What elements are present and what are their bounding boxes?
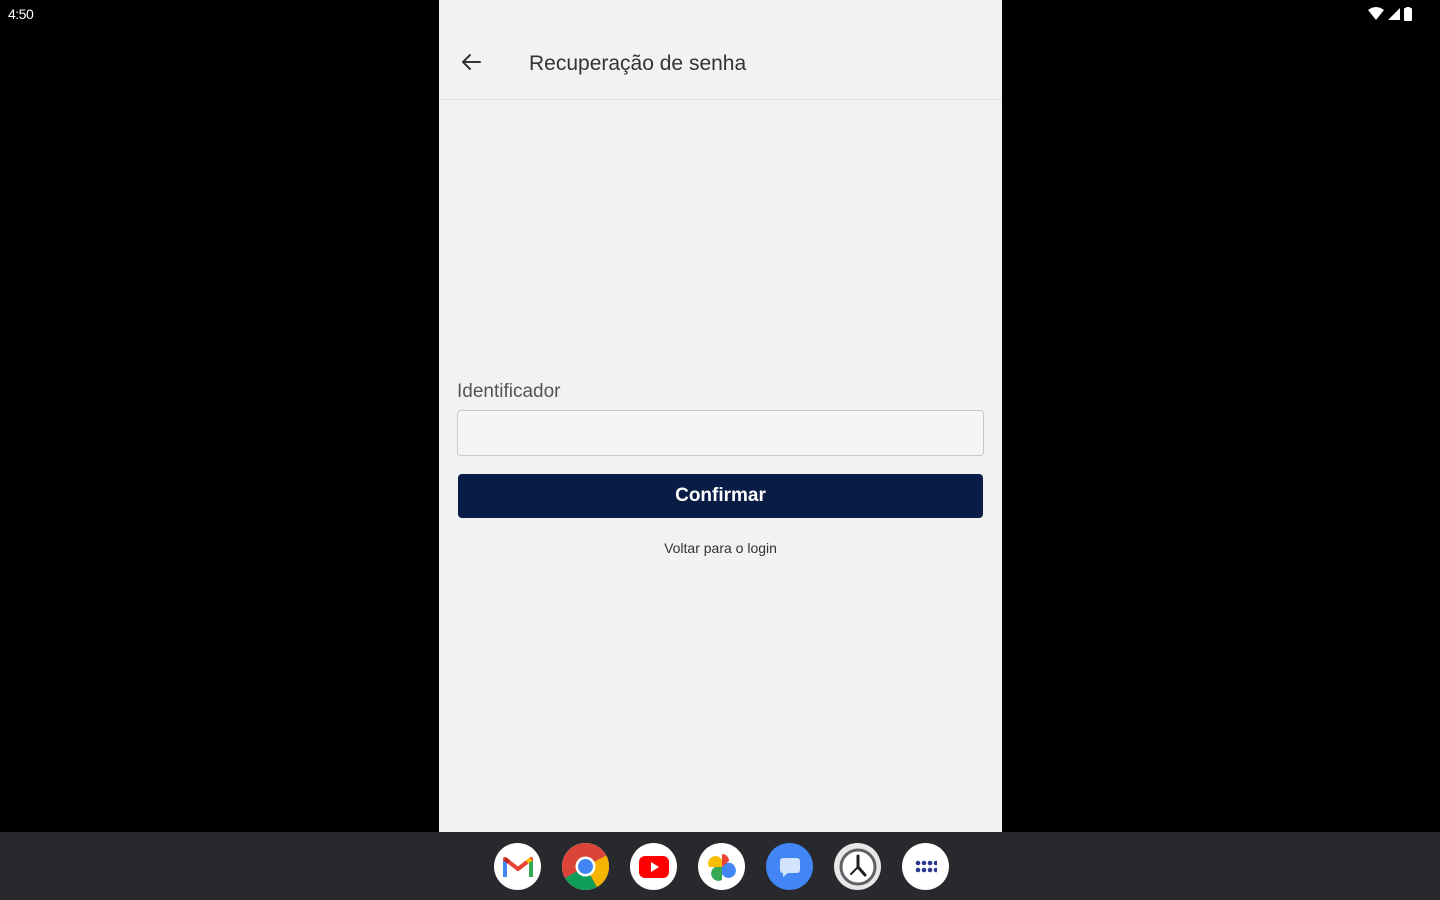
status-icons <box>1368 7 1412 26</box>
app-window: Recuperação de senha Identificador Confi… <box>439 0 1002 832</box>
battery-icon <box>1404 7 1412 26</box>
back-to-login-link[interactable]: Voltar para o login <box>439 540 1002 556</box>
chrome-icon[interactable] <box>562 843 609 890</box>
back-button[interactable] <box>455 46 487 82</box>
arrow-back-icon <box>460 51 482 78</box>
photos-icon[interactable] <box>698 843 745 890</box>
identifier-field[interactable] <box>457 410 984 456</box>
clock-icon[interactable] <box>834 843 881 890</box>
identifier-label: Identificador <box>457 381 561 402</box>
signal-icon <box>1387 7 1401 26</box>
confirm-button[interactable]: Confirmar <box>458 474 983 518</box>
status-time: 4:50 <box>8 6 34 22</box>
wifi-icon <box>1368 7 1384 26</box>
messages-icon[interactable] <box>766 843 813 890</box>
youtube-icon[interactable] <box>630 843 677 890</box>
app-dock <box>494 843 949 890</box>
app-launcher-icon[interactable] <box>902 843 949 890</box>
taskbar <box>0 832 1440 900</box>
page-title: Recuperação de senha <box>529 52 747 75</box>
app-bar: Recuperação de senha <box>439 0 1002 100</box>
gmail-icon[interactable] <box>494 843 541 890</box>
device-screen: 4:50 Recuperação de senha Identificador <box>0 0 1440 900</box>
